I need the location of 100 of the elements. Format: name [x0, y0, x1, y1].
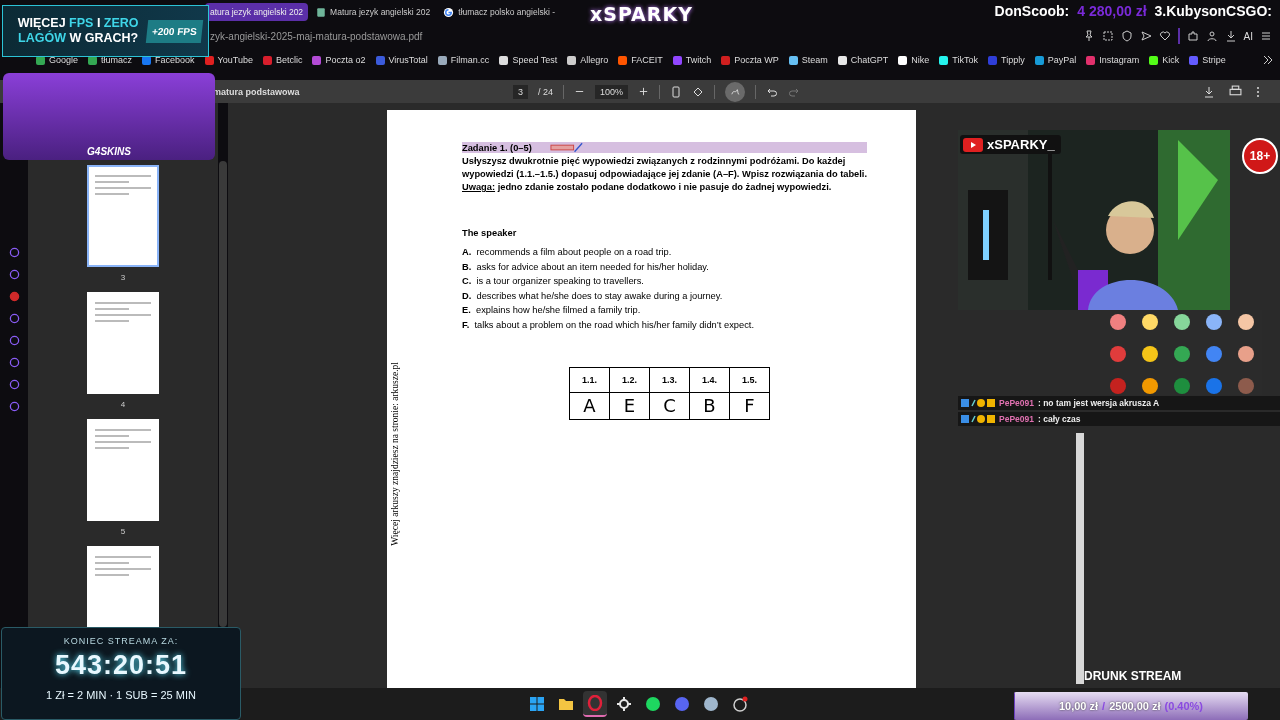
timer-rates: 1 Zł = 2 MIN · 1 SUB = 25 MIN: [46, 689, 196, 701]
color-swatch[interactable]: [1142, 346, 1158, 362]
sponsor-logo: G4SKINS: [87, 146, 131, 157]
color-swatch[interactable]: [1206, 346, 1222, 362]
bookmark[interactable]: Nike: [898, 55, 930, 65]
bookmark[interactable]: TikTok: [939, 55, 979, 65]
browser-tab[interactable]: atura jezyk angielski 202: [205, 3, 309, 21]
handwritten-answer: C: [649, 392, 690, 420]
zoom-field[interactable]: 100%: [595, 84, 629, 99]
color-swatch[interactable]: [1142, 378, 1158, 394]
sidebar-icon[interactable]: [8, 401, 20, 412]
print-icon[interactable]: [1229, 85, 1242, 98]
document-icon: [316, 6, 327, 18]
donor-rank: 3.KubysonCSGO:: [1154, 3, 1272, 19]
sidebar-icon[interactable]: [8, 379, 20, 390]
ai-button[interactable]: AI: [1243, 30, 1253, 42]
color-swatch[interactable]: [1206, 314, 1222, 330]
goal-separator: /: [1102, 700, 1106, 712]
bookmark[interactable]: Tipply: [988, 55, 1025, 65]
bookmark[interactable]: Filman.cc: [437, 55, 490, 65]
bookmark[interactable]: PayPal: [1034, 55, 1077, 65]
browser-tab[interactable]: Matura jezyk angielski 202: [311, 2, 436, 22]
color-swatch[interactable]: [1238, 378, 1254, 394]
app-icon: [703, 696, 719, 712]
page-thumbnail[interactable]: [87, 419, 159, 521]
sidebar-icon[interactable]: [8, 269, 20, 280]
menu-icon[interactable]: [1260, 30, 1272, 42]
sidebar-icon[interactable]: [8, 291, 20, 302]
score-boxes-icon: [549, 141, 584, 154]
bookmark[interactable]: Kick: [1149, 55, 1180, 65]
bookmark[interactable]: Betclic: [262, 55, 303, 65]
more-icon[interactable]: [1256, 85, 1260, 98]
page-thumbnail[interactable]: [87, 546, 159, 627]
gear-icon: [616, 696, 632, 712]
sidebar-icon[interactable]: [8, 247, 20, 258]
color-swatch[interactable]: [1110, 378, 1126, 394]
goal-current: 10,00 zł: [1058, 700, 1099, 712]
rotate-icon[interactable]: [692, 85, 705, 98]
sidebar-icon[interactable]: [8, 335, 20, 346]
color-swatch[interactable]: [1142, 314, 1158, 330]
page-number: 4: [120, 400, 126, 409]
answer-option: E. explains how he/she filmed a family trip.: [462, 303, 867, 318]
bookmark[interactable]: Allegro: [567, 55, 609, 65]
bookmark[interactable]: Poczta o2: [312, 55, 366, 65]
bookmark[interactable]: VirusTotal: [375, 55, 428, 65]
browser-tab[interactable]: tłumacz polsko angielski -: [438, 2, 561, 22]
badges-icon: [961, 398, 995, 408]
color-swatch[interactable]: [1110, 346, 1126, 362]
draw-button[interactable]: [725, 81, 746, 102]
profile-icon[interactable]: [1205, 30, 1218, 42]
page-count: / 24: [538, 86, 554, 97]
fit-page-icon[interactable]: [670, 85, 683, 98]
shield-icon[interactable]: [1120, 30, 1133, 42]
timer-title: KONIEC STREAMA ZA:: [63, 636, 179, 646]
chat-text: : cały czas: [1038, 414, 1081, 424]
handwritten-answer: F: [729, 392, 770, 420]
color-swatch[interactable]: [1238, 346, 1254, 362]
chevron-icon[interactable]: [1262, 54, 1274, 66]
page-number: 5: [120, 527, 126, 536]
app-icon: [674, 696, 690, 712]
download-icon[interactable]: [1224, 30, 1237, 42]
color-swatch[interactable]: [1238, 314, 1254, 330]
bookmark[interactable]: ChatGPT: [837, 55, 889, 65]
crop-icon[interactable]: [1101, 30, 1114, 42]
color-swatch[interactable]: [1174, 314, 1190, 330]
color-swatch[interactable]: [1174, 378, 1190, 394]
answer-option: B. asks for advice about an item needed for his/her holiday.: [462, 259, 867, 275]
color-swatch[interactable]: [1206, 378, 1222, 394]
bookmark[interactable]: FACEIT: [618, 55, 663, 65]
answer-option: D. describes what he/she does to stay awake during a journey.: [462, 288, 867, 304]
instruction-text: Usłyszysz dwukrotnie pięć wypowiedzi związanych z rodzinnymi podróżami. Do każdej wypowiedzi (1.1.–1.5.) dopasuj odpowiadające jej zdanie (A–F). Wpisz rozwiązania do tabeli.: [462, 155, 867, 181]
color-swatch[interactable]: [1110, 314, 1126, 330]
scrollbar[interactable]: [219, 161, 227, 627]
color-swatch[interactable]: [1174, 346, 1190, 362]
scrollbar[interactable]: [1076, 433, 1084, 684]
send-icon[interactable]: [1139, 30, 1152, 42]
bookmark[interactable]: Speed Test: [499, 55, 558, 65]
page-thumbnail[interactable]: [87, 292, 159, 394]
download-icon[interactable]: [1203, 85, 1215, 98]
table-header-cell: 1.3.: [649, 367, 690, 393]
answer-option: C. is a tour organizer speaking to travellers.: [462, 274, 867, 289]
bookmark[interactable]: Steam: [788, 55, 828, 65]
bookmark[interactable]: Poczta WP: [721, 55, 779, 65]
address-bar[interactable]: zyk-angielski-2025-maj-matura-podstawowa.pdf: [210, 30, 1083, 42]
youtube-icon: [963, 137, 983, 152]
bookmark[interactable]: Twitch: [672, 55, 712, 65]
task-heading: Zadanie 1. (0–5): [462, 142, 532, 153]
bookmark[interactable]: Instagram: [1086, 55, 1140, 65]
page-number-field[interactable]: 3: [513, 84, 528, 99]
page-thumbnail[interactable]: [87, 165, 159, 267]
sidebar-icon[interactable]: [8, 357, 20, 368]
heart-icon[interactable]: [1158, 30, 1171, 42]
table-header-cell: 1.1.: [569, 367, 610, 393]
zoom-in-icon[interactable]: [638, 86, 650, 97]
sidebar-icon[interactable]: [8, 313, 20, 324]
donor-name: DonScoob:: [994, 3, 1070, 19]
bookmark[interactable]: Stripe: [1189, 55, 1226, 65]
table-header-cell: 1.2.: [609, 367, 650, 393]
chat-username: PePe091: [999, 398, 1034, 408]
record-icon: [732, 696, 748, 712]
